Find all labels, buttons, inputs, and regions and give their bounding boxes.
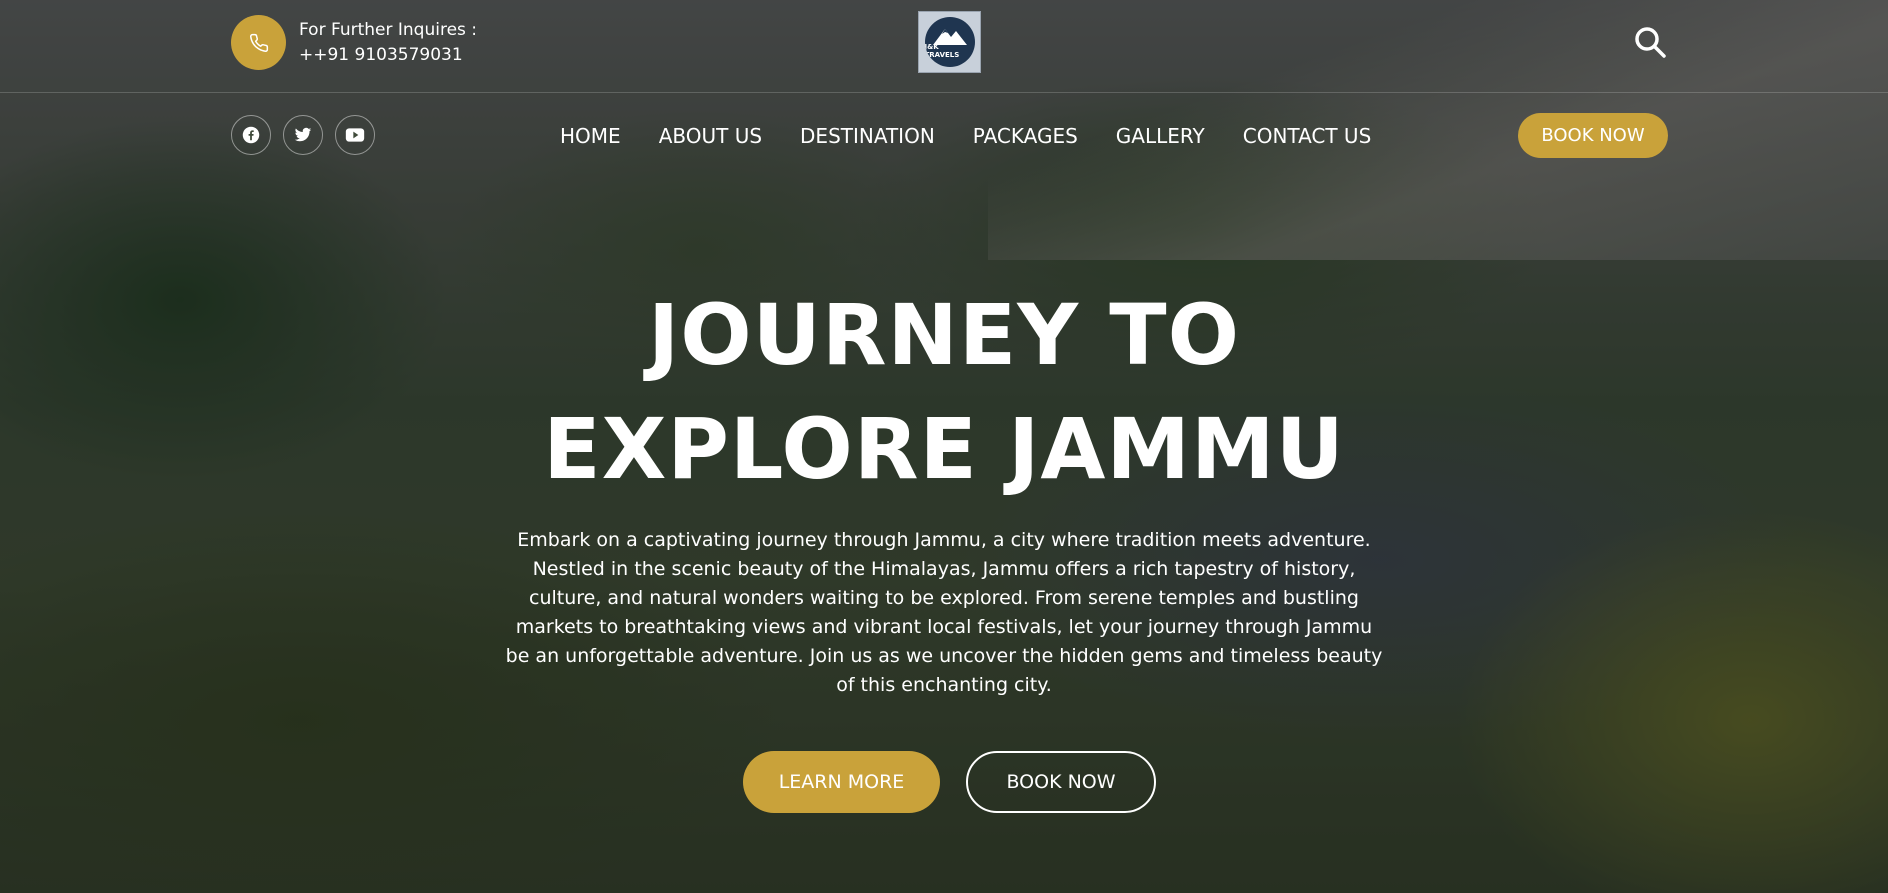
youtube-icon[interactable] [335,115,375,155]
hero-title-line-1: JOURNEY TO [647,286,1240,384]
nav-home[interactable]: HOME [560,121,621,151]
site-logo[interactable]: J&K TRAVELS [918,11,981,73]
contact-phone[interactable]: ++91 9103579031 [299,43,477,68]
search-icon[interactable] [1632,24,1668,60]
logo-text: J&K TRAVELS [924,43,960,59]
top-bar: For Further Inquires : ++91 9103579031 J… [0,0,1888,93]
nav-gallery[interactable]: GALLERY [1116,121,1205,151]
nav-about-us[interactable]: ABOUT US [659,121,762,151]
hero-title-line-2: EXPLORE JAMMU [543,400,1345,498]
nav-packages[interactable]: PACKAGES [973,121,1078,151]
hero-buttons: LEARN MORE BOOK NOW [743,751,1156,813]
header-book-now-button[interactable]: BOOK NOW [1518,113,1668,158]
main-nav: HOME ABOUT US DESTINATION PACKAGES GALLE… [560,121,1371,151]
nav-contact-us[interactable]: CONTACT US [1243,121,1372,151]
facebook-icon[interactable] [231,115,271,155]
hero-description: Embark on a captivating journey through … [505,529,1383,696]
phone-icon[interactable] [231,15,286,70]
contact-label: For Further Inquires : [299,19,478,40]
nav-destination[interactable]: DESTINATION [800,121,935,151]
mountain-icon [932,29,967,45]
contact-info: For Further Inquires : ++91 9103579031 [231,15,477,70]
hero-book-now-button[interactable]: BOOK NOW [966,751,1156,813]
social-links [231,115,375,155]
hero-title: JOURNEY TO EXPLORE JAMMU [0,278,1888,506]
twitter-icon[interactable] [283,115,323,155]
learn-more-button[interactable]: LEARN MORE [743,751,940,813]
